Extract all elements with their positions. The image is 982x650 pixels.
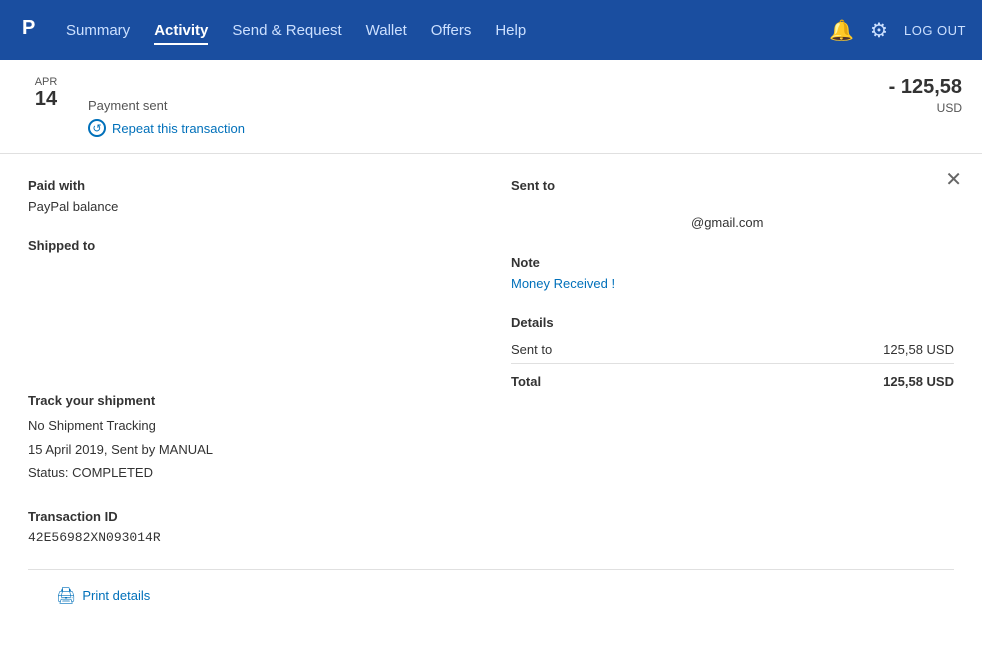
sent-to-label: Sent to bbox=[511, 178, 954, 193]
transaction-day: 14 bbox=[20, 88, 72, 111]
shipped-to-address bbox=[28, 259, 471, 369]
shipped-to-label: Shipped to bbox=[28, 238, 471, 253]
navbar: P Summary Activity Send & Request Wallet… bbox=[0, 0, 982, 60]
details-label: Details bbox=[511, 315, 954, 330]
print-bar: 🖨 Print details bbox=[28, 569, 954, 622]
sent-to-name-redacted bbox=[511, 199, 641, 215]
address-line-4 bbox=[28, 325, 471, 347]
main-content: APR 14 Payment sent ↺ Repeat this transa… bbox=[0, 60, 982, 650]
details-row: Sent to 125,58 USD bbox=[511, 336, 954, 364]
transaction-info: Payment sent ↺ Repeat this transaction bbox=[88, 76, 889, 137]
details-sent-to-redacted bbox=[556, 342, 676, 356]
shipped-to-section: Shipped to bbox=[28, 238, 471, 369]
paid-with-section: Paid with PayPal balance bbox=[28, 178, 471, 214]
date-block: APR 14 bbox=[20, 76, 72, 111]
nav-offers[interactable]: Offers bbox=[431, 22, 472, 43]
close-button[interactable]: ✕ bbox=[945, 170, 962, 190]
txn-id-label: Transaction ID bbox=[28, 509, 471, 524]
paid-with-value: PayPal balance bbox=[28, 199, 471, 214]
nav-wallet[interactable]: Wallet bbox=[366, 22, 407, 43]
txn-id-value: 42E56982XN093014R bbox=[28, 530, 471, 545]
detail-columns: Paid with PayPal balance Shipped to Trac bbox=[28, 178, 954, 569]
nav-right: 🔔 ⚙ LOG OUT bbox=[829, 18, 966, 43]
repeat-icon: ↺ bbox=[88, 119, 106, 137]
sent-to-name bbox=[511, 199, 954, 215]
address-line-2 bbox=[28, 281, 471, 303]
svg-text:P: P bbox=[22, 17, 35, 39]
nav-send-request[interactable]: Send & Request bbox=[232, 22, 341, 43]
print-label: Print details bbox=[82, 588, 150, 603]
address-line-5 bbox=[28, 347, 471, 369]
track-date: 15 April 2019, Sent by MANUAL bbox=[28, 438, 471, 461]
address-line-1 bbox=[28, 259, 471, 281]
note-value: Money Received ! bbox=[511, 276, 954, 291]
nav-links: Summary Activity Send & Request Wallet O… bbox=[66, 22, 829, 39]
nav-help[interactable]: Help bbox=[495, 22, 526, 43]
track-label: Track your shipment bbox=[28, 393, 471, 408]
nav-activity[interactable]: Activity bbox=[154, 22, 208, 45]
note-label: Note bbox=[511, 255, 954, 270]
detail-right: Sent to @gmail.com Note Money Received !… bbox=[511, 178, 954, 569]
sent-to-email-redacted bbox=[511, 215, 691, 231]
notification-button[interactable]: 🔔 bbox=[829, 18, 854, 43]
repeat-label: Repeat this transaction bbox=[112, 121, 245, 136]
transaction-month: APR bbox=[20, 76, 72, 88]
transaction-header: APR 14 Payment sent ↺ Repeat this transa… bbox=[0, 60, 982, 154]
sent-to-section: Sent to @gmail.com bbox=[511, 178, 954, 231]
note-section: Note Money Received ! bbox=[511, 255, 954, 291]
track-status: Status: COMPLETED bbox=[28, 461, 471, 484]
sent-to-email-suffix: @gmail.com bbox=[691, 215, 763, 230]
transaction-type: Payment sent bbox=[88, 98, 889, 113]
total-row: Total 125,58 USD bbox=[511, 364, 954, 396]
track-section: Track your shipment No Shipment Tracking… bbox=[28, 393, 471, 484]
transaction-id-section: Transaction ID 42E56982XN093014R bbox=[28, 509, 471, 545]
transaction-name-redacted bbox=[88, 76, 248, 94]
paid-with-label: Paid with bbox=[28, 178, 471, 193]
settings-button[interactable]: ⚙ bbox=[870, 18, 888, 43]
nav-summary[interactable]: Summary bbox=[66, 22, 130, 43]
track-no-shipment: No Shipment Tracking bbox=[28, 414, 471, 437]
logout-button[interactable]: LOG OUT bbox=[904, 23, 966, 38]
detail-panel: ✕ Paid with PayPal balance Shipped to bbox=[0, 154, 982, 646]
total-label: Total bbox=[511, 364, 821, 396]
address-line-3 bbox=[28, 303, 471, 325]
paypal-logo: P bbox=[16, 12, 46, 48]
total-amount: 125,58 USD bbox=[821, 364, 954, 396]
print-details-link[interactable]: 🖨 Print details bbox=[56, 586, 150, 606]
detail-left: Paid with PayPal balance Shipped to Trac bbox=[28, 178, 471, 569]
details-table: Sent to 125,58 USD Total 125,58 USD bbox=[511, 336, 954, 395]
details-section: Details Sent to 125,58 USD Total 125,58 … bbox=[511, 315, 954, 395]
printer-icon: 🖨 bbox=[56, 586, 76, 606]
transaction-amount: - 125,58 USD bbox=[889, 76, 962, 115]
amount-value: - 125,58 bbox=[889, 76, 962, 99]
details-row-label: Sent to bbox=[511, 336, 821, 364]
amount-currency: USD bbox=[889, 101, 962, 115]
repeat-transaction-link[interactable]: ↺ Repeat this transaction bbox=[88, 119, 889, 137]
details-row-amount: 125,58 USD bbox=[821, 336, 954, 364]
sent-to-email: @gmail.com bbox=[511, 215, 954, 231]
